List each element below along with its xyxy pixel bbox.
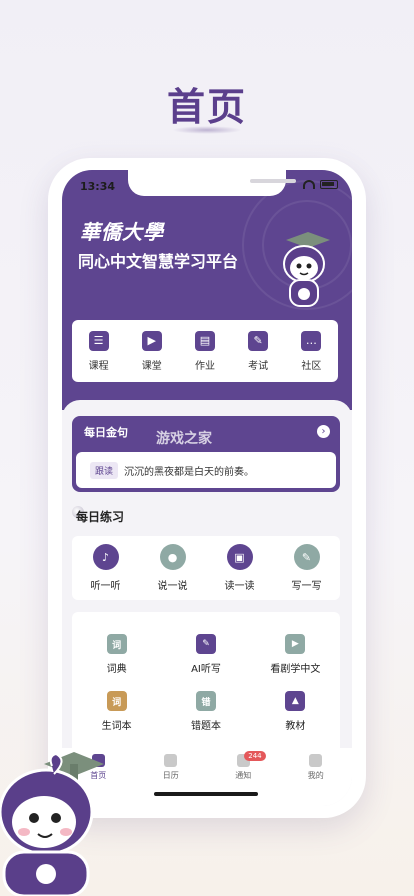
page-title: 首页 [166, 85, 247, 129]
nav-label: 课堂 [141, 360, 162, 372]
quote-body: 跟读 沉沉的黑夜都是白天的前奏。 [76, 452, 336, 488]
dictionary-icon: 词 [106, 634, 127, 654]
tab-notifications[interactable]: 244 通知 [218, 751, 268, 806]
video-icon: ▶ [285, 634, 306, 654]
tool-label: 错题本 [190, 721, 221, 732]
daily-quote-card[interactable]: 每日金句 游戏之家 › 跟读 沉沉的黑夜都是白天的前奏。 [72, 416, 340, 492]
homework-icon: ▤ [194, 330, 215, 351]
wifi-icon [303, 180, 315, 189]
tool-label: 生词本 [101, 721, 132, 732]
tab-calendar[interactable]: 日历 [146, 754, 196, 806]
error-book-icon: 错 [195, 691, 216, 711]
calendar-icon [164, 754, 178, 767]
practice-label: 写一写 [291, 581, 322, 592]
ai-dictation-icon: ✎ [195, 634, 216, 654]
practice-label: 读一读 [224, 581, 255, 592]
nav-label: 社区 [301, 360, 322, 372]
daily-practice-panel: ♪ 听一听 ● 说一说 ▣ 读一读 ✎ 写一写 [72, 536, 340, 600]
mascot-large-icon [0, 752, 104, 896]
practice-speak[interactable]: ● 说一说 [158, 544, 188, 592]
tool-vocab-book[interactable]: 词 生词本 [72, 691, 161, 732]
exam-icon: ✎ [248, 330, 269, 351]
practice-read[interactable]: ▣ 读一读 [225, 544, 255, 592]
nav-label: 课程 [88, 360, 109, 372]
platform-name: 同心中文智慧学习平台 [78, 252, 239, 271]
tab-profile[interactable]: 我的 [291, 754, 341, 806]
nav-label: 考试 [248, 360, 269, 372]
practice-listen[interactable]: ♪ 听一听 [91, 544, 121, 592]
tool-ai-dictation[interactable]: ✎ AI听写 [161, 634, 250, 675]
nav-item-classroom[interactable]: ▶ 课堂 [128, 330, 176, 372]
tool-error-book[interactable]: 错 错题本 [161, 691, 250, 732]
university-logo: 華僑大學 [80, 220, 164, 244]
tab-label: 日历 [162, 771, 179, 780]
chevron-right-icon[interactable]: › [317, 425, 330, 438]
daily-quote-title: 每日金句 [84, 426, 128, 439]
tool-video-learning[interactable]: ▶ 看剧学中文 [251, 634, 340, 675]
tab-label: 我的 [307, 771, 324, 780]
notification-badge: 244 [244, 751, 266, 761]
nav-label: 作业 [194, 360, 215, 372]
listen-icon: ♪ [92, 544, 119, 570]
tool-label: AI听写 [191, 664, 221, 675]
phone-notch [128, 170, 296, 196]
status-icons [303, 180, 338, 189]
phone-frame: 13:34 華僑大學 同心中文智慧学习平台 ☰ 课程 ▶ 课堂 ▤ 作业 ✎ 考… [48, 158, 366, 818]
read-icon: ▣ [226, 544, 253, 570]
top-nav: ☰ 课程 ▶ 课堂 ▤ 作业 ✎ 考试 … 社区 [72, 320, 338, 382]
tool-label: 词典 [106, 664, 127, 675]
battery-icon [320, 180, 338, 189]
practice-label: 说一说 [157, 581, 188, 592]
practice-write[interactable]: ✎ 写一写 [292, 544, 322, 592]
course-icon: ☰ [88, 330, 109, 351]
daily-practice-title: 每日练习 [76, 510, 125, 524]
nav-item-homework[interactable]: ▤ 作业 [181, 330, 229, 372]
phone-screen: 13:34 華僑大學 同心中文智慧学习平台 ☰ 课程 ▶ 课堂 ▤ 作业 ✎ 考… [62, 170, 352, 806]
tool-textbook[interactable]: ▲ 教材 [251, 691, 340, 732]
nav-item-exam[interactable]: ✎ 考试 [234, 330, 282, 372]
watermark: 游戏之家 [156, 431, 212, 447]
microphone-icon: ● [159, 544, 186, 570]
status-time: 13:34 [80, 180, 116, 193]
follow-read-tag[interactable]: 跟读 [90, 461, 119, 479]
nav-item-community[interactable]: … 社区 [287, 330, 335, 372]
speaker-bar [250, 179, 296, 183]
pencil-icon: ✎ [293, 544, 320, 570]
profile-icon [309, 754, 323, 767]
home-indicator [154, 792, 258, 796]
community-icon: … [301, 330, 322, 351]
textbook-icon: ▲ [285, 691, 306, 711]
vocab-book-icon: 词 [106, 691, 127, 711]
classroom-icon: ▶ [141, 330, 162, 351]
tool-label: 看剧学中文 [270, 664, 321, 675]
mascot-icon [283, 232, 330, 307]
hero-banner: 13:34 華僑大學 同心中文智慧学习平台 ☰ 课程 ▶ 课堂 ▤ 作业 ✎ 考… [62, 170, 352, 410]
tab-label: 通知 [235, 771, 252, 780]
tool-dictionary[interactable]: 词 词典 [72, 634, 161, 675]
nav-item-course[interactable]: ☰ 课程 [75, 330, 123, 372]
quote-text: 沉沉的黑夜都是白天的前奏。 [124, 466, 255, 478]
title-underline [172, 126, 242, 134]
practice-label: 听一听 [90, 581, 121, 592]
tool-label: 教材 [285, 721, 306, 732]
